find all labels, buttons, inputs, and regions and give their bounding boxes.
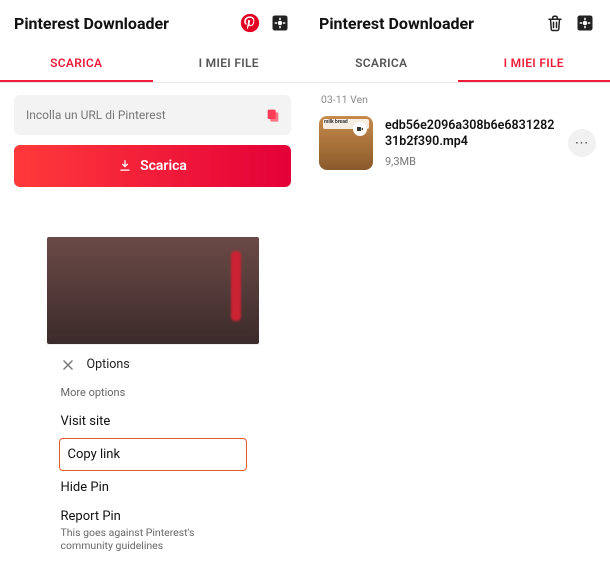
right-tabs: SCARICA I MIEI FILE	[305, 46, 610, 83]
tab-download-right[interactable]: SCARICA	[305, 46, 458, 82]
tutorial-card: Options More options Visit site Copy lin…	[47, 237, 259, 568]
left-tabs: SCARICA I MIEI FILE	[0, 46, 305, 83]
option-copy-link[interactable]: Copy link	[59, 438, 247, 471]
video-badge-icon	[353, 122, 367, 136]
options-header: Options	[87, 357, 130, 372]
tab-files-right[interactable]: I MIEI FILE	[458, 46, 610, 82]
file-size: 9,3MB	[385, 155, 556, 168]
download-button-label: Scarica	[140, 158, 187, 174]
tab-download-left[interactable]: SCARICA	[0, 46, 153, 82]
trash-icon[interactable]	[544, 12, 566, 34]
option-visit-site[interactable]: Visit site	[59, 407, 247, 436]
file-thumbnail: milk bread	[319, 116, 373, 170]
thumb-caption: milk bread	[324, 119, 348, 125]
settings-icon-right[interactable]	[574, 12, 596, 34]
app-title-right: Pinterest Downloader	[319, 14, 536, 33]
tutorial-image	[47, 237, 259, 344]
download-button[interactable]: Scarica	[14, 145, 291, 187]
url-input-row	[14, 95, 291, 135]
settings-icon[interactable]	[269, 12, 291, 34]
option-report-pin-sub: This goes against Pinterest's community …	[61, 526, 245, 552]
more-options-label: More options	[47, 384, 259, 407]
file-row[interactable]: milk bread edb56e2096a308b6e683128231b2f…	[315, 114, 600, 172]
option-report-pin[interactable]: Report Pin This goes against Pinterest's…	[59, 502, 247, 554]
option-report-pin-label: Report Pin	[61, 509, 245, 524]
download-icon	[118, 159, 132, 173]
file-name: edb56e2096a308b6e683128231b2f390.mp4	[385, 118, 556, 149]
paste-icon[interactable]	[265, 107, 281, 123]
app-title-left: Pinterest Downloader	[14, 14, 231, 33]
left-header: Pinterest Downloader	[0, 0, 305, 46]
url-input[interactable]	[26, 108, 257, 122]
file-group-date: 03-11 Ven	[315, 91, 600, 114]
tab-files-left[interactable]: I MIEI FILE	[153, 46, 306, 82]
option-hide-pin[interactable]: Hide Pin	[59, 473, 247, 502]
close-icon[interactable]	[61, 358, 75, 372]
pinterest-icon[interactable]	[239, 12, 261, 34]
file-more-button[interactable]: ⋯	[568, 129, 596, 157]
right-header: Pinterest Downloader	[305, 0, 610, 46]
